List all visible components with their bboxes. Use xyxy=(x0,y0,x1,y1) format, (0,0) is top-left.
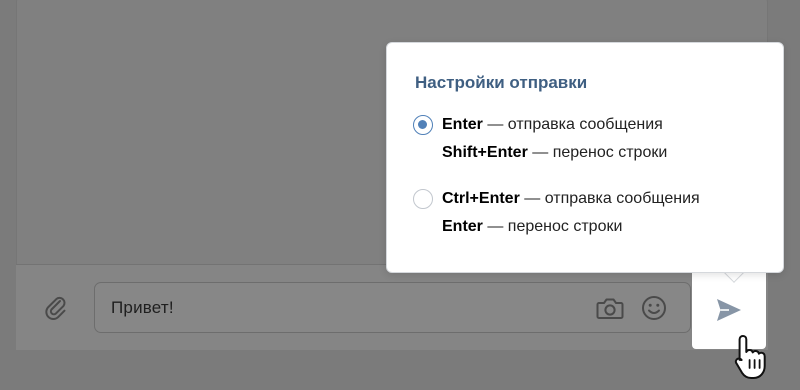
option-desc: — перенос строки xyxy=(527,144,668,161)
option-line-newline: Enter — перенос строки xyxy=(442,218,622,236)
key-label: Shift+Enter xyxy=(442,144,528,161)
option-desc: — отправка сообщения xyxy=(519,190,700,207)
message-input[interactable]: Привет! xyxy=(94,282,691,333)
message-text: Привет! xyxy=(111,298,174,317)
option-line-send: Ctrl+Enter — отправка сообщения xyxy=(442,190,700,208)
send-option-ctrl-enter[interactable]: Ctrl+Enter — отправка сообщения Enter — … xyxy=(413,183,763,245)
send-icon xyxy=(717,298,741,321)
option-line-send: Enter — отправка сообщения xyxy=(442,116,663,134)
key-label: Ctrl+Enter xyxy=(442,190,520,207)
attach-button[interactable] xyxy=(38,290,74,326)
smile-icon xyxy=(642,296,666,320)
radio-button[interactable] xyxy=(413,189,433,209)
option-line-newline: Shift+Enter — перенос строки xyxy=(442,144,667,162)
camera-icon xyxy=(596,298,624,319)
send-option-enter[interactable]: Enter — отправка сообщения Shift+Enter —… xyxy=(413,109,763,171)
key-label: Enter xyxy=(442,116,483,133)
camera-button[interactable] xyxy=(595,293,625,323)
popup-title: Настройки отправки xyxy=(415,73,588,92)
key-label: Enter xyxy=(442,218,483,235)
send-settings-popup: Настройки отправки Enter — отправка сооб… xyxy=(386,42,784,273)
hand-pointer-cursor-icon xyxy=(734,335,766,379)
option-desc: — перенос строки xyxy=(482,218,623,235)
option-desc: — отправка сообщения xyxy=(482,116,663,133)
radio-button-selected[interactable] xyxy=(413,115,433,135)
emoji-button[interactable] xyxy=(639,293,669,323)
paperclip-icon xyxy=(45,296,66,320)
